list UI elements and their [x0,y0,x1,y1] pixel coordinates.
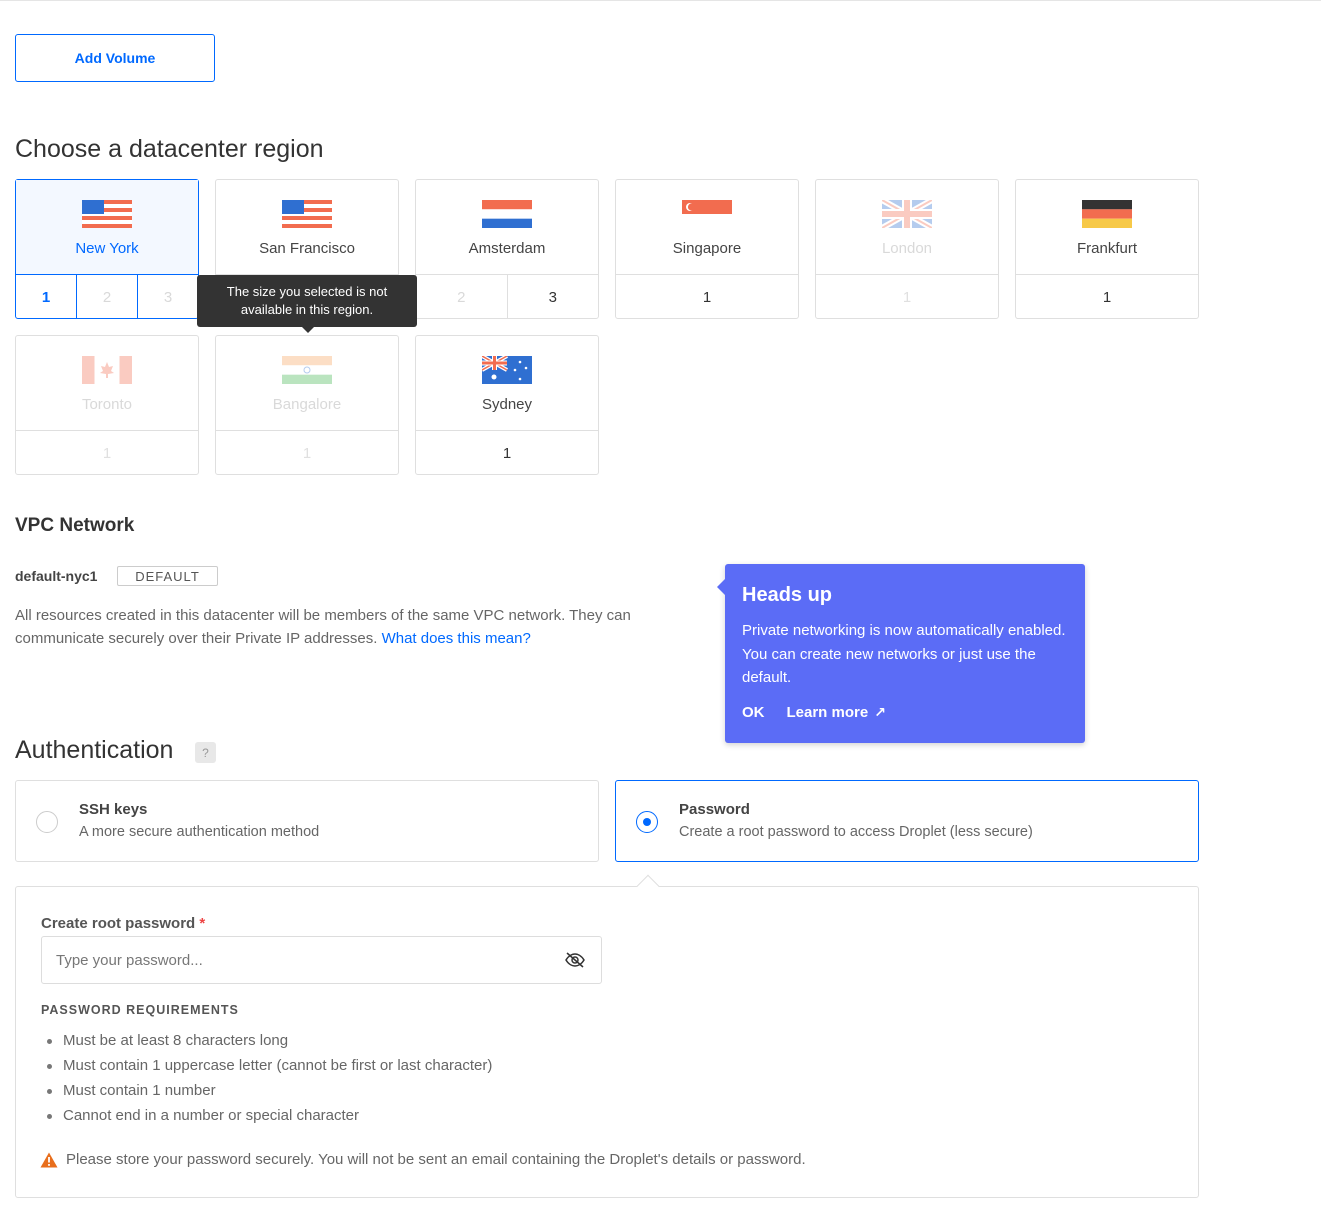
hide-password-icon[interactable] [564,950,586,970]
external-arrow-icon: ↗ [874,703,886,720]
region-section-title: Choose a datacenter region [15,135,324,163]
tooltip-line: The size you selected is not [226,284,388,299]
ssh-keys-option[interactable]: SSH keys A more secure authentication me… [15,780,599,862]
datacenter-option[interactable]: 1 [1016,275,1198,319]
top-divider [0,0,1321,1]
heads-up-body: Private networking is now automatically … [742,622,1066,686]
australia-flag-icon [482,356,532,384]
datacenter-option: 2 [416,275,508,319]
required-mark: * [199,915,206,932]
password-option[interactable]: Password Create a root password to acces… [615,780,1199,862]
datacenter-option: 2 [77,275,138,319]
canada-flag-icon [82,356,132,384]
region-card-frankfurt[interactable]: Frankfurt 1 [1015,179,1199,319]
uk-flag-icon [882,200,932,228]
region-card-toronto: Toronto 1 [15,335,199,475]
password-option-subtitle: Create a root password to access Droplet… [679,824,1033,840]
region-name: Bangalore [272,396,342,413]
datacenter-option[interactable]: 1 [416,431,598,475]
ssh-keys-radio[interactable] [36,811,58,833]
germany-flag-icon [1082,200,1132,228]
ok-button[interactable]: OK [742,704,765,721]
singapore-flag-icon [682,200,732,228]
datacenter-option[interactable]: 1 [16,275,77,319]
vpc-network-name: default-nyc1 [15,568,98,584]
usa-flag-icon [282,200,332,228]
ssh-keys-title: SSH keys [79,801,148,818]
region-name: New York [75,240,139,257]
password-option-title: Password [679,801,750,818]
learn-more-link[interactable]: Learn more ↗ [787,704,886,721]
region-card-new-york[interactable]: New York 1 2 3 [15,179,199,319]
datacenter-option[interactable]: 1 [616,275,798,319]
learn-more-label: Learn more [786,703,869,721]
warning-icon [40,1152,58,1167]
heads-up-popover: Heads up Private networking is now autom… [717,564,1085,743]
region-card-amsterdam[interactable]: Amsterdam 2 3 [415,179,599,319]
password-label: Create root password * [41,915,205,932]
datacenter-option: 3 [163,288,173,306]
vpc-section-title: VPC Network [15,515,135,536]
help-icon[interactable]: ? [195,742,216,763]
popover-caret [717,578,726,596]
vpc-description-line: communicate securely over their Private … [15,630,378,647]
password-requirements-list: Must be at least 8 characters long Must … [41,1028,492,1128]
password-warning-text: Please store your password securely. You… [66,1151,806,1168]
region-card-london: London 1 [815,179,999,319]
password-requirements-title: PASSWORD REQUIREMENTS [41,1003,239,1017]
what-does-this-mean-link[interactable]: What does this mean? [382,630,531,647]
password-label-text: Create root password [41,915,196,932]
authentication-title: Authentication [15,736,174,764]
india-flag-icon [282,356,332,384]
vpc-description: All resources created in this datacenter… [15,604,685,650]
list-item: Must contain 1 number [41,1078,492,1103]
region-name: Toronto [81,396,133,413]
netherlands-flag-icon [482,200,532,228]
list-item: Must be at least 8 characters long [41,1028,492,1053]
tooltip-line: available in this region. [240,302,374,317]
tooltip-arrow [302,327,314,333]
datacenter-option[interactable]: 3 [508,275,599,319]
datacenter-option: 1 [102,444,112,462]
usa-flag-icon [82,200,132,228]
list-item: Must contain 1 uppercase letter (cannot … [41,1053,492,1078]
region-name: London [881,240,933,257]
region-name: Sydney [481,396,533,413]
region-card-bangalore: Bangalore 1 [215,335,399,475]
region-name: Frankfurt [1076,240,1137,257]
region-name: San Francisco [259,240,355,257]
region-card-singapore[interactable]: Singapore 1 [615,179,799,319]
password-panel: Create root password * PASSWORD REQUIREM… [15,886,1199,1198]
ssh-keys-subtitle: A more secure authentication method [79,824,320,840]
region-name: Amsterdam [468,240,546,257]
heads-up-title: Heads up [742,584,833,606]
add-volume-button[interactable]: Add Volume [15,34,215,82]
region-name: Singapore [672,240,742,257]
list-item: Cannot end in a number or special charac… [41,1103,492,1128]
size-unavailable-tooltip: The size you selected is not available i… [197,275,417,333]
vpc-description-line: All resources created in this datacenter… [15,607,631,624]
datacenter-option: 1 [902,288,912,306]
password-warning: Please store your password securely. You… [40,1151,806,1168]
default-badge: DEFAULT [117,566,218,586]
password-radio[interactable] [636,811,658,833]
root-password-input[interactable] [41,936,602,984]
region-card-sydney[interactable]: Sydney 1 [415,335,599,475]
datacenter-option: 1 [302,444,312,462]
